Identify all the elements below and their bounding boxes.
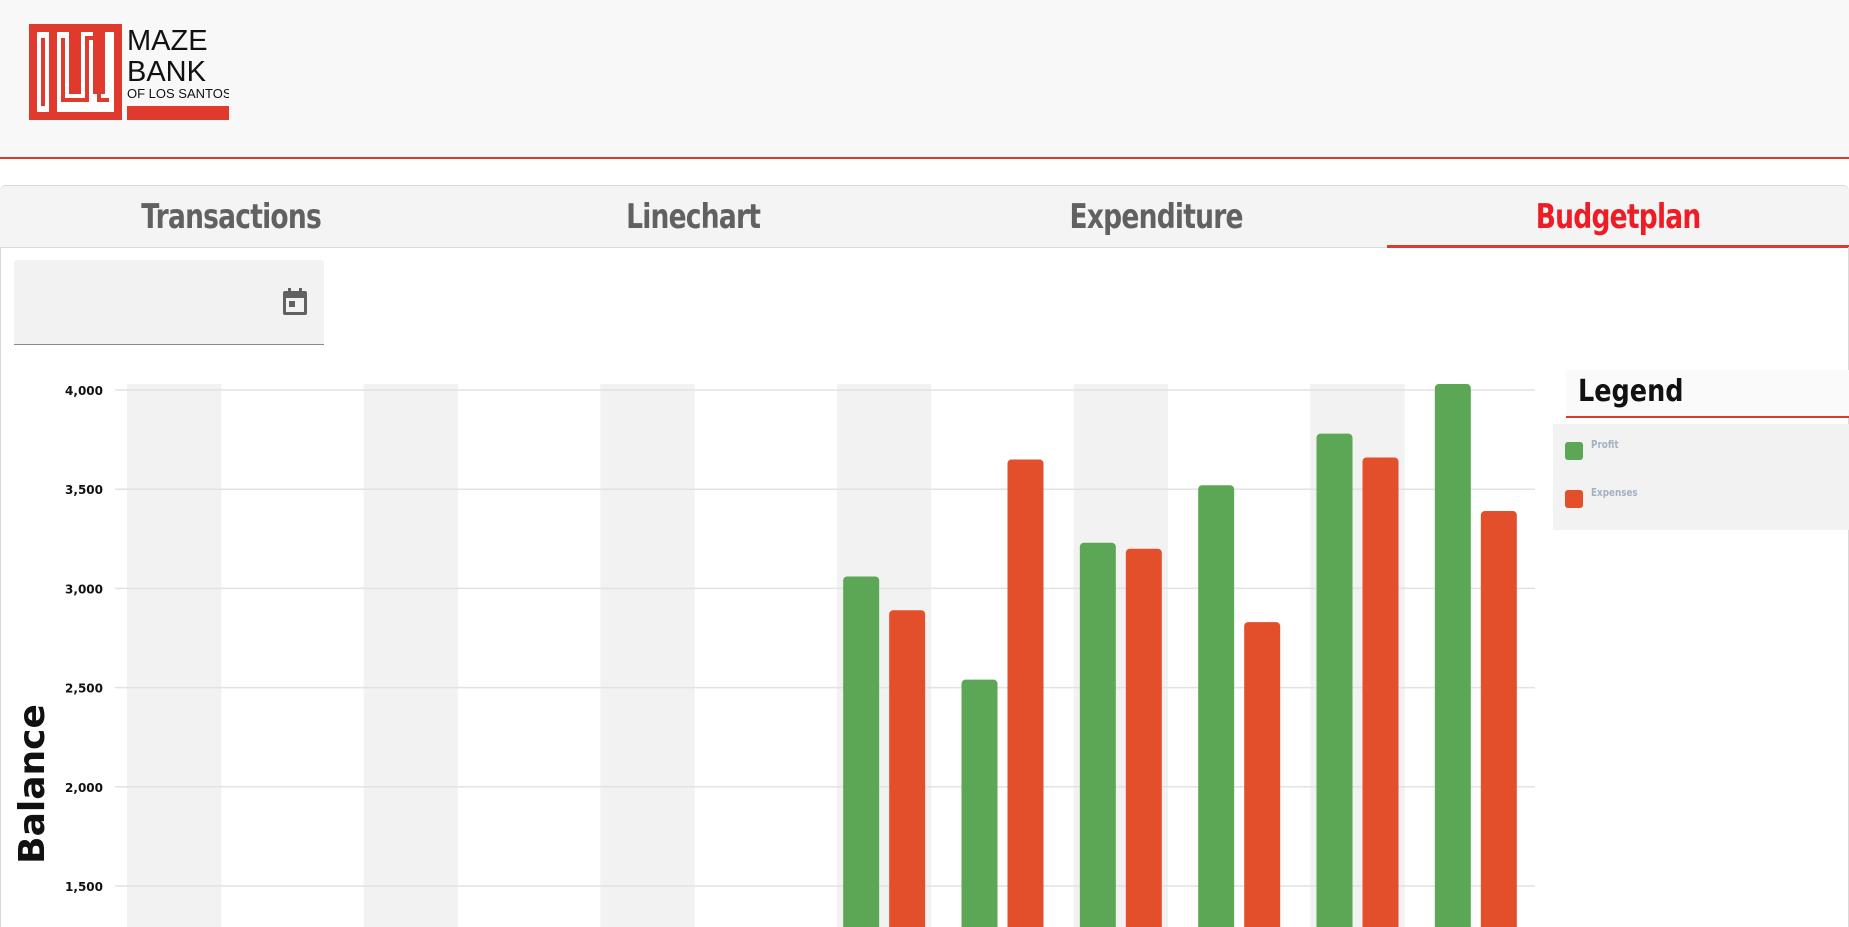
y-tick-label: 2,500 [65,682,103,696]
y-axis-label: Balance [12,704,53,864]
y-tick-label: 3,000 [65,582,103,596]
bar-profit [843,576,880,927]
legend-title: Legend [1578,374,1684,409]
tab-label: Budgetplan [1535,196,1701,237]
tab-label: Expenditure [1069,196,1243,237]
budget-bar-chart: 1,500 2,000 2,500 3,000 3,500 4,000 Balance [12,384,1535,927]
legend-label-profit: Profit [1591,438,1619,451]
date-input[interactable] [14,260,274,344]
chart-legend: Legend Profit Expenses [1553,370,1849,530]
app-header: MAZE BANK OF LOS SANTOS [0,0,1849,159]
bar-expenses [1007,459,1044,927]
chart-band [363,384,458,927]
bar-profit [1198,485,1235,927]
tab-label: Linechart [626,196,761,237]
calendar-icon[interactable] [282,288,308,316]
tab-transactions[interactable]: Transactions [0,186,462,247]
bar-expenses [1362,457,1399,927]
bar-expenses [1125,548,1162,927]
y-tick-label: 4,000 [65,384,103,398]
legend-item-expenses[interactable]: Expenses [1565,486,1649,508]
logo-text-los-santos: OF LOS SANTOS [127,86,229,101]
legend-swatch-expenses [1565,490,1583,508]
logo-text-bank: BANK [127,56,207,88]
tab-bar: Transactions Linechart Expenditure Budge… [0,185,1849,248]
logo-text-maze: MAZE [127,25,208,57]
bar-expenses [1480,511,1517,927]
y-tick-label: 1,500 [65,880,103,894]
tab-budgetplan[interactable]: Budgetplan [1386,186,1849,248]
bar-profit [1434,384,1471,927]
legend-swatch-profit [1565,442,1583,460]
legend-item-profit[interactable]: Profit [1565,438,1625,460]
chart-band [600,384,695,927]
legend-header: Legend [1566,370,1849,418]
date-picker-field[interactable] [14,260,324,345]
bar-profit [1079,542,1116,927]
maze-bank-logo: MAZE BANK OF LOS SANTOS [29,24,229,120]
bar-expenses [1244,622,1281,927]
legend-body: Profit Expenses [1553,424,1849,530]
tab-expenditure[interactable]: Expenditure [925,186,1387,247]
chart-band [127,384,222,927]
bar-profit [1316,433,1353,927]
legend-label-expenses: Expenses [1591,486,1638,499]
bar-profit [961,679,998,927]
y-tick-label: 2,000 [65,781,103,795]
tab-label: Transactions [141,196,322,237]
y-tick-label: 3,500 [65,483,103,497]
tab-linechart[interactable]: Linechart [462,186,924,247]
bar-expenses [889,610,926,927]
